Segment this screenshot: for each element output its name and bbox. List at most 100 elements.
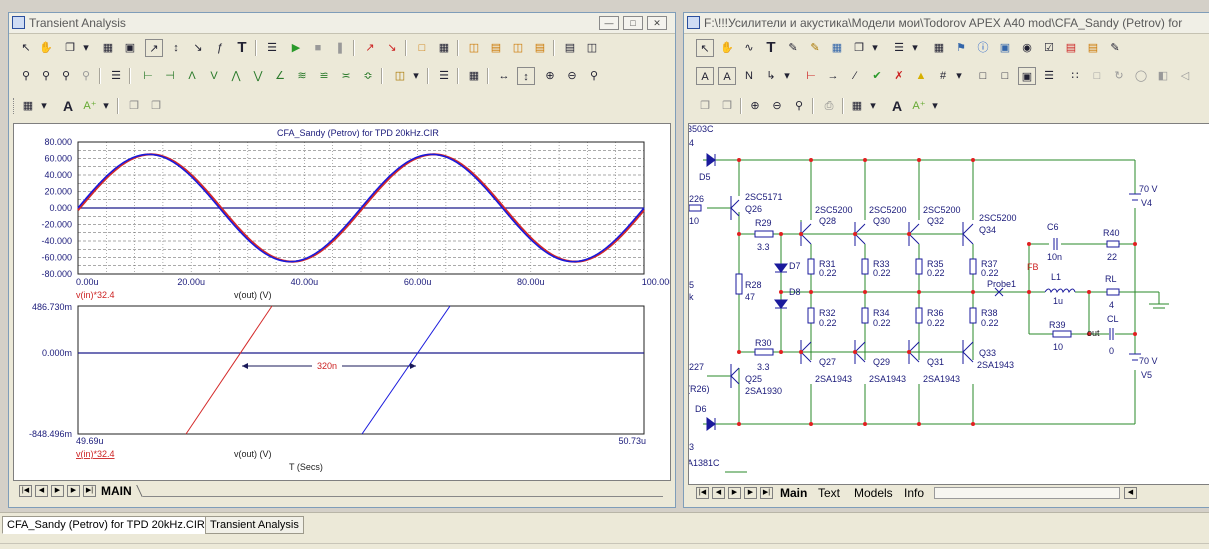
- dropdown-6-icon[interactable]: ▾: [910, 39, 920, 57]
- font-icon[interactable]: A: [59, 97, 77, 115]
- transient-plots[interactable]: CFA_Sandy (Petrov) for TPD 20kHz.CIR 80.…: [14, 124, 674, 480]
- paste-graph-icon[interactable]: ❐: [147, 97, 165, 115]
- prev-page-icon[interactable]: ◀: [712, 487, 725, 499]
- tab-circuit-file[interactable]: CFA_Sandy (Petrov) for TPD 20kHz.CIR: [2, 516, 210, 534]
- rotate-icon[interactable]: ↻: [1110, 67, 1128, 85]
- hand-icon[interactable]: ✋: [718, 39, 736, 57]
- peak-marker-icon[interactable]: ↗: [361, 39, 379, 57]
- components-3-icon[interactable]: ▦: [848, 97, 866, 115]
- zoom-fit-2-icon[interactable]: ⚲: [790, 97, 808, 115]
- peak-icon[interactable]: Λ: [183, 67, 201, 85]
- zoom-out-icon[interactable]: ⊖: [563, 67, 581, 85]
- layout-4-icon[interactable]: ▤: [531, 39, 549, 57]
- split-vertical-icon[interactable]: ◫: [583, 39, 601, 57]
- split-horizontal-icon[interactable]: ▤: [561, 39, 579, 57]
- zoom-x-icon[interactable]: ⚲: [17, 67, 35, 85]
- play-sheet-icon[interactable]: ▶: [67, 485, 80, 497]
- page-icon[interactable]: □: [974, 67, 992, 85]
- wire-icon[interactable]: ∿: [740, 39, 758, 57]
- grid-icon[interactable]: ▦: [435, 39, 453, 57]
- copy-icon[interactable]: ❐: [61, 39, 79, 57]
- dropdown-9-icon[interactable]: ▾: [868, 97, 878, 115]
- dropdown-5-icon[interactable]: ▾: [870, 39, 880, 57]
- tab-main[interactable]: Main: [780, 486, 807, 500]
- tab-models[interactable]: Models: [854, 486, 893, 500]
- low-icon[interactable]: ⋁: [249, 67, 267, 85]
- select-icon[interactable]: ↖: [696, 39, 714, 57]
- plot-panel[interactable]: CFA_Sandy (Petrov) for TPD 20kHz.CIR 80.…: [13, 123, 674, 481]
- rotate-2-icon[interactable]: ◯: [1132, 67, 1150, 85]
- fit-width-icon[interactable]: ↔: [495, 67, 513, 85]
- pan-hand-icon[interactable]: ✋: [37, 39, 55, 57]
- layout-1-icon[interactable]: ◫: [465, 39, 483, 57]
- global-high-icon[interactable]: ≌: [315, 67, 333, 85]
- text-icon[interactable]: T: [762, 39, 780, 57]
- check-2-icon[interactable]: ✔: [868, 67, 886, 85]
- play-page-icon[interactable]: ▶: [744, 487, 757, 499]
- prev-sheet-icon[interactable]: ◀: [35, 485, 48, 497]
- flip-icon[interactable]: ◁: [1176, 67, 1194, 85]
- last-page-icon[interactable]: ▶|: [760, 487, 773, 499]
- global-low-icon[interactable]: ≍: [337, 67, 355, 85]
- cursor-prev-icon[interactable]: ⊣: [161, 67, 179, 85]
- schematic-drawing[interactable]: 3503C 4 D5 226 10 2SC5171 Q26 R29 3.3 2S…: [687, 124, 1209, 484]
- pen-icon[interactable]: ✎: [784, 39, 802, 57]
- properties-2-icon[interactable]: ☰: [107, 67, 125, 85]
- stop-icon[interactable]: ■: [309, 39, 327, 57]
- dropdown-3-icon[interactable]: ▾: [39, 97, 49, 115]
- zoom-out-2-icon[interactable]: ⊖: [768, 97, 786, 115]
- top-icon[interactable]: ≎: [359, 67, 377, 85]
- node-numbers-icon[interactable]: N: [740, 67, 758, 85]
- arrow-right-icon[interactable]: →: [824, 67, 842, 85]
- table-icon[interactable]: ▦: [930, 39, 948, 57]
- warning-icon[interactable]: ▲: [912, 67, 930, 85]
- report-icon[interactable]: ▤: [1062, 39, 1080, 57]
- dropdown-7-icon[interactable]: ▾: [782, 67, 792, 85]
- dropdown-2-icon[interactable]: ▾: [411, 67, 421, 85]
- scale-y-icon[interactable]: ↕: [167, 39, 185, 57]
- zoom-y-icon[interactable]: ⚲: [37, 67, 55, 85]
- first-page-icon[interactable]: |◀: [696, 487, 709, 499]
- select-arrow-icon[interactable]: ↖: [17, 39, 35, 57]
- edit-icon[interactable]: ✎: [1106, 39, 1124, 57]
- run-icon[interactable]: ▶: [287, 39, 305, 57]
- tab-main[interactable]: MAIN: [101, 484, 132, 498]
- tab-text[interactable]: Text: [818, 486, 840, 500]
- print-icon[interactable]: ⎙: [820, 97, 838, 115]
- scale-icon[interactable]: ▦: [99, 39, 117, 57]
- pause-icon[interactable]: ❚: [331, 39, 349, 57]
- text-style-2-icon[interactable]: A⁺: [910, 97, 928, 115]
- font-2-icon[interactable]: A: [888, 97, 906, 115]
- next-sheet-icon[interactable]: ▶: [51, 485, 64, 497]
- text-tool-icon[interactable]: T: [233, 39, 251, 57]
- high-icon[interactable]: ⋀: [227, 67, 245, 85]
- left-title-bar[interactable]: Transient Analysis — □ ✕: [9, 13, 675, 34]
- zoom-in-icon[interactable]: ⊕: [541, 67, 559, 85]
- zoom-all-icon[interactable]: ⚲: [57, 67, 75, 85]
- nodes-icon[interactable]: ☰: [890, 39, 908, 57]
- mirror-icon[interactable]: ◧: [1154, 67, 1172, 85]
- info-icon[interactable]: ⓘ: [974, 39, 992, 57]
- cross-icon[interactable]: ✗: [890, 67, 908, 85]
- page-2-icon[interactable]: □: [996, 67, 1014, 85]
- dropdown-arrow-icon[interactable]: ▾: [81, 39, 91, 57]
- right-title-bar[interactable]: F:\!!!Усилители и акустика\Модели мои\To…: [684, 13, 1209, 34]
- check-icon[interactable]: ☑: [1040, 39, 1058, 57]
- grid-2-icon[interactable]: #: [934, 67, 952, 85]
- dropdown-10-icon[interactable]: ▾: [930, 97, 940, 115]
- minimize-button[interactable]: —: [599, 16, 619, 30]
- tab-transient-analysis[interactable]: Transient Analysis: [205, 516, 304, 534]
- properties-icon[interactable]: ☰: [263, 39, 281, 57]
- layout-2-icon[interactable]: ▤: [487, 39, 505, 57]
- schematic-canvas[interactable]: 3503C 4 D5 226 10 2SC5171 Q26 R29 3.3 2S…: [687, 123, 1209, 485]
- attr-text-icon[interactable]: A: [696, 67, 714, 85]
- text-style-icon[interactable]: A⁺: [81, 97, 99, 115]
- components-2-icon[interactable]: ❐: [850, 39, 868, 57]
- copy-2-icon[interactable]: ❐: [696, 97, 714, 115]
- info-pen-icon[interactable]: ✎: [806, 39, 824, 57]
- close-button[interactable]: ✕: [647, 16, 667, 30]
- first-sheet-icon[interactable]: |◀: [19, 485, 32, 497]
- zoom-box-icon[interactable]: ▣: [121, 39, 139, 57]
- maximize-button[interactable]: □: [623, 16, 643, 30]
- inflection-icon[interactable]: ≋: [293, 67, 311, 85]
